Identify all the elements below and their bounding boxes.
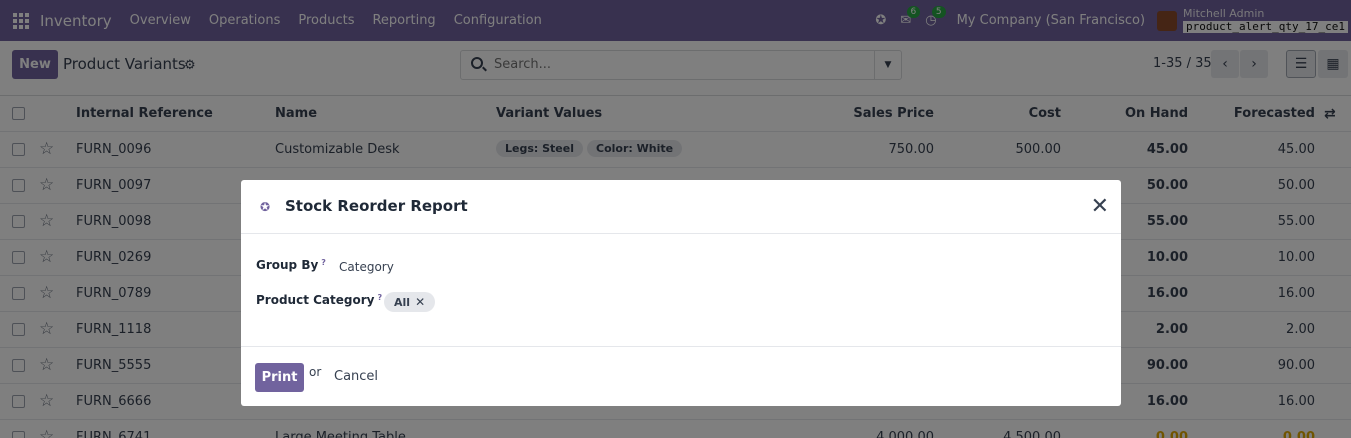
category-tag-label: All: [394, 295, 411, 309]
or-text: or: [309, 365, 322, 379]
help-icon[interactable]: ?: [377, 293, 382, 302]
close-icon[interactable]: ✕: [1091, 196, 1109, 218]
cancel-button[interactable]: Cancel: [334, 369, 378, 384]
category-tag: All ✕: [384, 292, 436, 312]
group-by-label: Group By?: [256, 258, 326, 272]
stock-reorder-dialog: ✪ Stock Reorder Report ✕ Group By? Categ…: [241, 180, 1121, 406]
print-button[interactable]: Print: [255, 363, 304, 392]
dialog-header: ✪ Stock Reorder Report ✕: [241, 180, 1121, 234]
help-icon[interactable]: ?: [321, 258, 326, 267]
product-category-label: Product Category?: [256, 293, 383, 307]
remove-tag-icon[interactable]: ✕: [415, 295, 425, 309]
group-by-select[interactable]: Category: [339, 260, 394, 274]
bug-icon: ✪: [260, 200, 271, 214]
dialog-footer: Print or Cancel: [241, 346, 1121, 406]
dialog-title: Stock Reorder Report: [285, 197, 468, 215]
